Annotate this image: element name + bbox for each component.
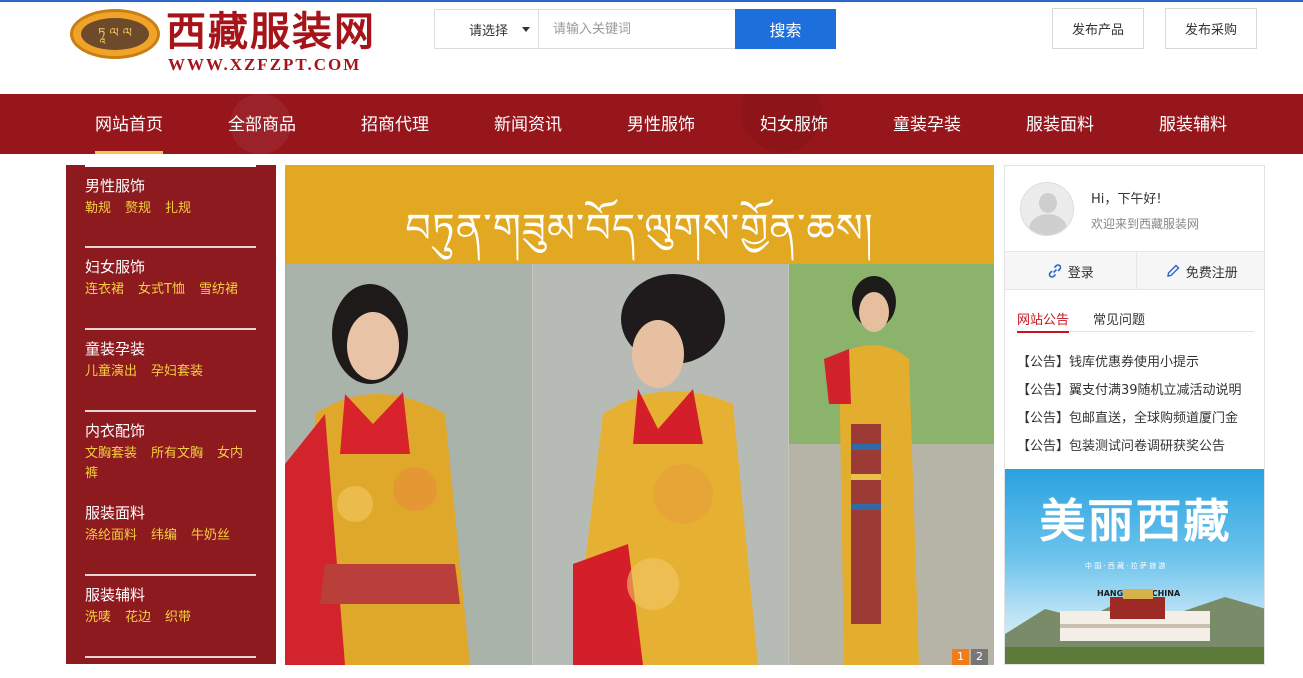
nav-item-women[interactable]: 妇女服饰 xyxy=(760,94,828,154)
category-link[interactable]: 织带 xyxy=(165,610,191,625)
notice-tabs: 网站公告 常见问题 xyxy=(1017,305,1254,333)
tibet-ad-banner[interactable]: 美丽西藏 中 国 · 西 藏 · 拉 萨 旅 游 HANGZHOU CHINA xyxy=(1005,469,1264,664)
divider xyxy=(85,328,256,330)
search-select-value: 请选择 xyxy=(469,23,509,39)
user-panel: Hi，下午好! 欢迎来到西藏服装网 登录 免费注册 网站公告 常见问题 【公告】… xyxy=(1004,165,1265,665)
banner-pager-dot[interactable]: 2 xyxy=(971,649,988,665)
publish-purchase-button[interactable]: 发布采购 xyxy=(1165,8,1257,49)
category-fabrics: 服装面料 涤纶面料 纬编 牛奶丝 xyxy=(85,503,256,546)
search-bar: 请选择 搜索 xyxy=(434,9,836,49)
link-icon xyxy=(1048,264,1061,278)
category-link[interactable]: 雪纺裙 xyxy=(199,282,238,297)
logo-emblem: ཏཱ ལ ལ xyxy=(70,9,160,59)
category-title[interactable]: 男性服饰 xyxy=(85,176,256,196)
potala-palace-illustration xyxy=(1005,589,1264,664)
category-link[interactable]: 纬编 xyxy=(151,528,177,543)
category-link[interactable]: 洗唛 xyxy=(85,610,111,625)
tab-faq[interactable]: 常见问题 xyxy=(1093,309,1145,328)
nav-item-accessories[interactable]: 服装辅料 xyxy=(1159,94,1227,154)
banner-headline-strip: བཏུན་གཟུམ་བོད་ལུགས་གྱོན་ཆས། xyxy=(285,165,994,264)
category-women: 妇女服饰 连衣裙 女式T恤 雪纺裙 xyxy=(85,257,256,300)
nav-item-kids-maternity[interactable]: 童装孕装 xyxy=(893,94,961,154)
category-link[interactable]: 扎规 xyxy=(165,201,191,216)
category-link[interactable]: 赘规 xyxy=(125,201,151,216)
category-link[interactable]: 女式T恤 xyxy=(138,282,185,297)
category-link[interactable]: 所有文胸 xyxy=(151,446,203,461)
search-button[interactable]: 搜索 xyxy=(735,9,836,49)
notice-item[interactable]: 【公告】包装测试问卷调研获奖公告 xyxy=(1017,435,1257,454)
category-link[interactable]: 牛奶丝 xyxy=(191,528,230,543)
logo-name: 西藏服装网 xyxy=(166,8,376,55)
category-kids-maternity: 童装孕装 儿童演出 孕妇套装 xyxy=(85,339,256,382)
divider xyxy=(85,574,256,576)
model-figure-illustration xyxy=(533,264,788,665)
site-logo[interactable]: ཏཱ ལ ལ 西藏服装网 WWW.XZFZPT.COM xyxy=(68,3,398,78)
search-category-select[interactable]: 请选择 xyxy=(435,10,539,48)
greeting-text: Hi，下午好! xyxy=(1091,192,1162,207)
register-label: 免费注册 xyxy=(1185,265,1238,281)
category-men: 男性服饰 勒规 赘规 扎规 xyxy=(85,176,256,219)
register-button[interactable]: 免费注册 xyxy=(1135,252,1265,290)
notice-item[interactable]: 【公告】翼支付满39随机立减活动说明 xyxy=(1017,379,1257,398)
category-title[interactable]: 内衣配饰 xyxy=(85,421,256,441)
main-nav: 网站首页 全部商品 招商代理 新闻资讯 男性服饰 妇女服饰 童装孕装 服装面料 … xyxy=(0,94,1303,154)
pencil-icon xyxy=(1166,264,1180,277)
avatar xyxy=(1020,182,1074,236)
hero-banner[interactable]: བཏུན་གཟུམ་བོད་ལུགས་གྱོན་ཆས། 1 2 xyxy=(285,165,994,665)
nav-item-home[interactable]: 网站首页 xyxy=(95,94,163,154)
category-sidebar: 男性服饰 勒规 赘规 扎规 妇女服饰 连衣裙 女式T恤 雪纺裙 童装孕装 儿童演出 孕妇套… xyxy=(66,165,276,664)
category-title[interactable]: 童装孕装 xyxy=(85,339,256,359)
banner-photo-1 xyxy=(285,264,532,665)
category-title[interactable]: 妇女服饰 xyxy=(85,257,256,277)
search-input[interactable] xyxy=(539,10,736,48)
divider xyxy=(85,410,256,412)
nav-item-men[interactable]: 男性服饰 xyxy=(627,94,695,154)
divider xyxy=(85,656,256,658)
nav-item-all-products[interactable]: 全部商品 xyxy=(228,94,296,154)
nav-item-agency[interactable]: 招商代理 xyxy=(361,94,429,154)
banner-pager: 1 2 xyxy=(952,649,988,665)
category-accessories: 服装辅料 洗唛 花边 织带 xyxy=(85,585,256,628)
notice-item[interactable]: 【公告】包邮直送，全球购频道厦门金 xyxy=(1017,407,1257,426)
logo-url: WWW.XZFZPT.COM xyxy=(168,55,362,74)
category-link[interactable]: 涤纶面料 xyxy=(85,528,137,543)
category-link[interactable]: 儿童演出 xyxy=(85,364,137,379)
category-link[interactable]: 花边 xyxy=(125,610,151,625)
banner-photo-3 xyxy=(789,264,994,665)
banner-photo-2 xyxy=(533,264,788,665)
tab-announcements[interactable]: 网站公告 xyxy=(1017,309,1070,333)
banner-pager-dot[interactable]: 1 xyxy=(952,649,969,665)
nav-item-news[interactable]: 新闻资讯 xyxy=(494,94,562,154)
welcome-text: 欢迎来到西藏服装网 xyxy=(1091,217,1200,231)
nav-item-fabrics[interactable]: 服装面料 xyxy=(1026,94,1094,154)
publish-product-button[interactable]: 发布产品 xyxy=(1052,8,1144,49)
login-label: 登录 xyxy=(1067,265,1094,281)
category-underwear: 内衣配饰 文胸套装 所有文胸 女内裤 xyxy=(85,421,256,484)
category-link[interactable]: 孕妇套装 xyxy=(151,364,203,379)
category-link[interactable]: 文胸套装 xyxy=(85,446,137,461)
login-button[interactable]: 登录 xyxy=(1005,252,1136,290)
logo-emblem-text: ཏཱ ལ ལ xyxy=(81,18,149,50)
chevron-down-icon xyxy=(522,27,530,32)
model-figure-illustration xyxy=(285,264,532,665)
divider xyxy=(85,246,256,248)
category-title[interactable]: 服装面料 xyxy=(85,503,256,523)
category-link[interactable]: 连衣裙 xyxy=(85,282,124,297)
notice-item[interactable]: 【公告】钱库优惠券使用小提示 xyxy=(1017,351,1257,370)
divider xyxy=(85,165,256,167)
category-title[interactable]: 服装辅料 xyxy=(85,585,256,605)
category-link[interactable]: 勒规 xyxy=(85,201,111,216)
model-figure-illustration xyxy=(789,264,994,665)
auth-bar: 登录 免费注册 xyxy=(1005,251,1265,290)
